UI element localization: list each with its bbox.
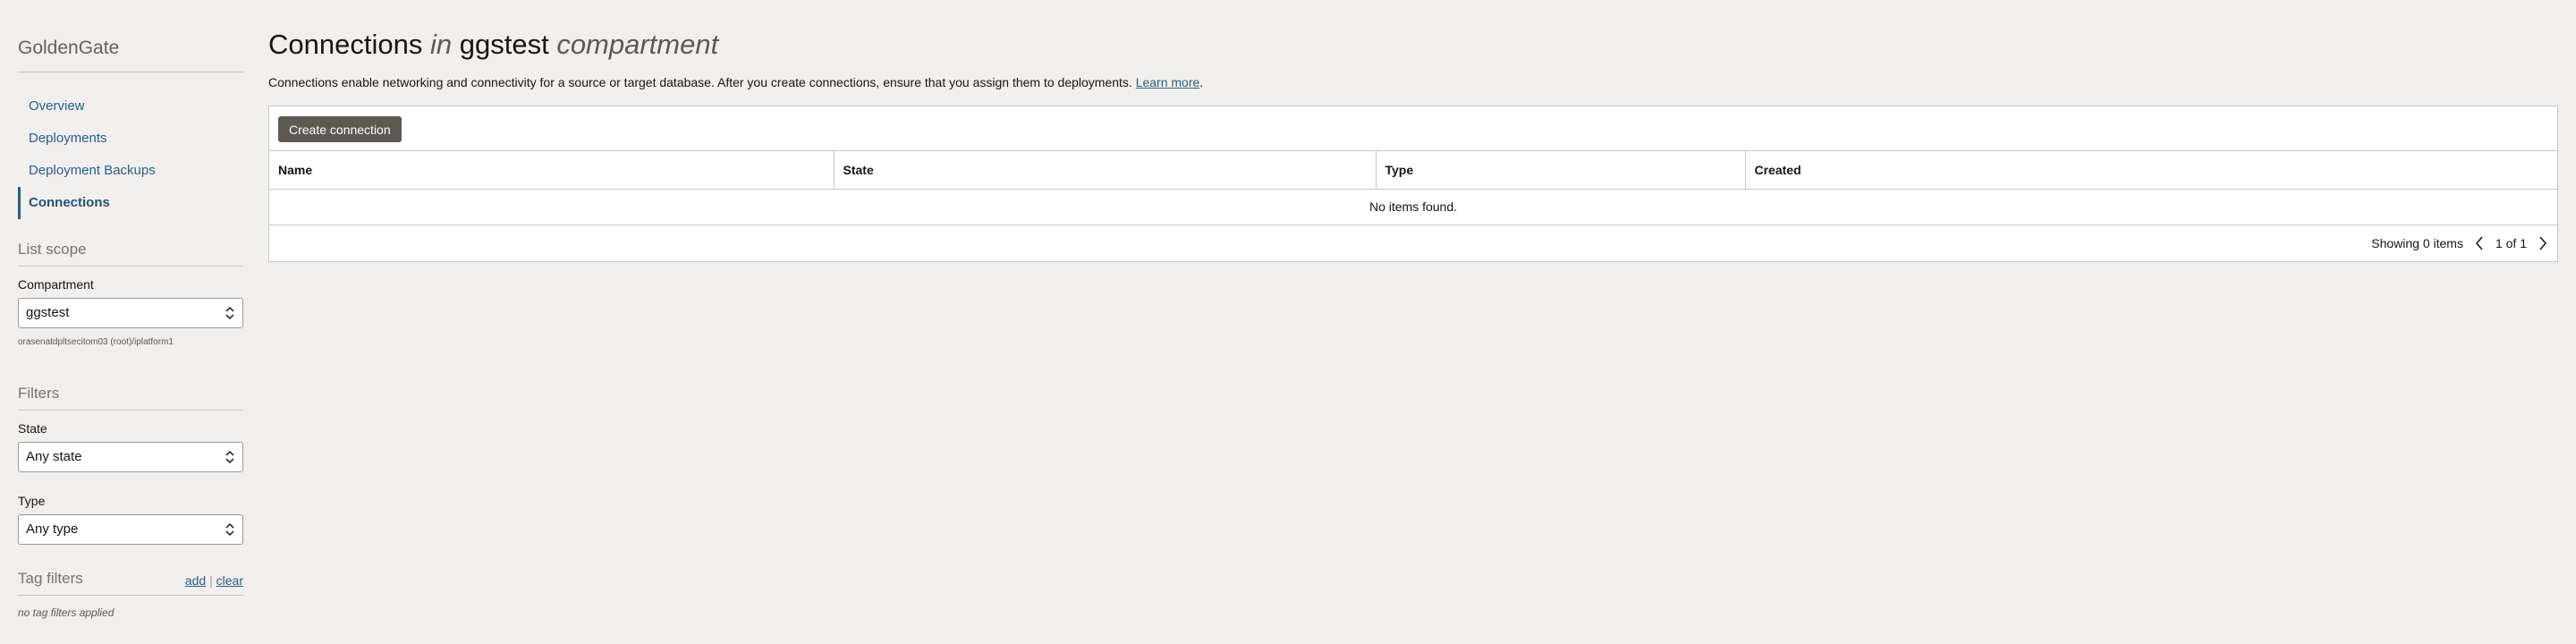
- learn-more-link[interactable]: Learn more: [1136, 75, 1200, 89]
- table-footer: Showing 0 items 1 of 1: [269, 225, 2557, 261]
- sidebar-item-deployments[interactable]: Deployments: [18, 123, 243, 155]
- title-in: in: [429, 29, 453, 60]
- filters-title: Filters: [18, 385, 60, 402]
- no-items-text: No items found.: [269, 189, 2557, 225]
- tag-filters-title: Tag filters: [18, 570, 83, 587]
- type-filter-label: Type: [18, 494, 46, 508]
- sidebar-item-deployment-backups[interactable]: Deployment Backups: [18, 155, 243, 187]
- type-filter-value: Any type: [26, 521, 79, 537]
- create-connection-button[interactable]: Create connection: [278, 116, 402, 142]
- table-empty-row: No items found.: [269, 189, 2557, 225]
- sidebar-item-overview[interactable]: Overview: [18, 90, 243, 123]
- column-header-name[interactable]: Name: [269, 151, 835, 190]
- list-scope-heading: List scope: [18, 241, 243, 267]
- chevron-left-icon: [2475, 236, 2483, 250]
- sidebar-nav: Overview Deployments Deployment Backups …: [18, 90, 243, 219]
- updown-chevron-icon: [225, 522, 234, 537]
- title-resource: Connections: [268, 29, 423, 60]
- sidebar: GoldenGate Overview Deployments Deployme…: [18, 27, 243, 619]
- column-header-created[interactable]: Created: [1745, 151, 2557, 190]
- clear-tag-filters-link[interactable]: clear: [216, 573, 243, 588]
- connections-table: Name State Type Created No items found.: [269, 151, 2557, 225]
- column-header-type[interactable]: Type: [1376, 151, 1746, 190]
- connections-table-panel: Create connection Name State Type Create…: [268, 106, 2558, 262]
- title-compartment: ggstest: [459, 29, 549, 60]
- service-title: GoldenGate: [18, 38, 243, 72]
- description-text: Connections enable networking and connec…: [268, 75, 1132, 89]
- compartment-label: Compartment: [18, 277, 94, 292]
- page-indicator: 1 of 1: [2495, 235, 2527, 250]
- description-end: .: [1199, 75, 1204, 89]
- no-tag-filters-text: no tag filters applied: [18, 606, 114, 619]
- table-toolbar: Create connection: [269, 106, 2557, 151]
- previous-page-button[interactable]: [2472, 234, 2487, 252]
- list-scope-title: List scope: [18, 241, 87, 258]
- type-filter-select[interactable]: Any type: [18, 514, 243, 545]
- item-count: Showing 0 items: [2371, 235, 2463, 250]
- tag-filters-heading: Tag filters add | clear: [18, 570, 243, 596]
- chevron-right-icon: [2539, 236, 2546, 250]
- next-page-button[interactable]: [2536, 234, 2550, 252]
- column-header-state[interactable]: State: [834, 151, 1377, 190]
- page-title: Connections in ggstest compartment: [268, 29, 2558, 61]
- title-suffix: compartment: [556, 29, 719, 60]
- page-description: Connections enable networking and connec…: [268, 75, 2558, 89]
- filters-heading: Filters: [18, 385, 243, 411]
- tag-link-separator: |: [209, 573, 213, 588]
- tag-filter-actions: add | clear: [185, 573, 243, 588]
- state-filter-label: State: [18, 421, 47, 436]
- table-header-row: Name State Type Created: [269, 151, 2557, 190]
- updown-chevron-icon: [225, 306, 234, 320]
- compartment-select-value: ggstest: [26, 305, 70, 320]
- compartment-select[interactable]: ggstest: [18, 298, 243, 328]
- updown-chevron-icon: [225, 450, 234, 464]
- state-filter-select[interactable]: Any state: [18, 442, 243, 472]
- main-content: Connections in ggstest compartment Conne…: [268, 29, 2558, 262]
- add-tag-filter-link[interactable]: add: [185, 573, 206, 588]
- sidebar-item-connections[interactable]: Connections: [18, 187, 243, 219]
- compartment-path: orasenatdpltsecitom03 (root)/iplatform1: [18, 337, 174, 347]
- state-filter-value: Any state: [26, 449, 82, 464]
